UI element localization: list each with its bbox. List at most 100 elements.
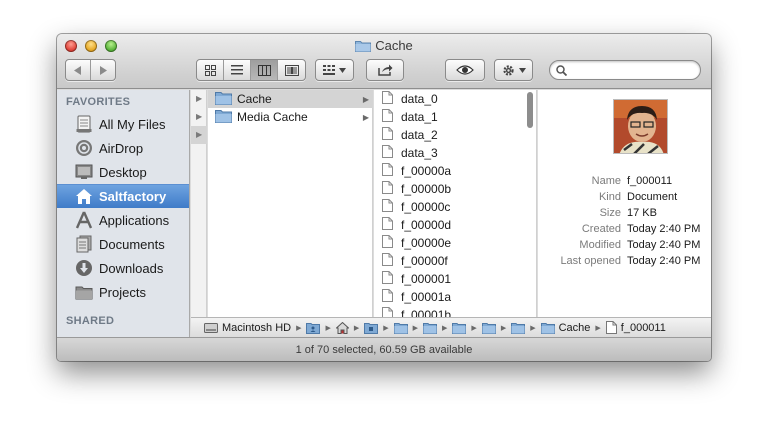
disclosure-arrow-icon: ▶	[196, 112, 203, 121]
file-list-item[interactable]: f_000001	[374, 270, 524, 288]
chevron-right-icon: ▶	[362, 94, 369, 104]
share-icon	[377, 64, 392, 76]
path-separator-icon: ▶	[442, 324, 448, 332]
info-key: Name	[591, 175, 621, 187]
chevron-down-icon	[339, 67, 346, 73]
path-separator-icon: ▶	[383, 324, 389, 332]
sidebar-item-downloads[interactable]: Downloads	[57, 256, 189, 280]
path-item-folder[interactable]	[452, 322, 467, 334]
path-item-root[interactable]: Macintosh HD	[204, 322, 291, 334]
file-list-item[interactable]: data_1	[374, 108, 524, 126]
list-item[interactable]: Media Cache ▶	[208, 108, 373, 126]
sidebar: FAVORITES All My Files AirDrop Desktop S…	[57, 90, 190, 337]
quick-look-button[interactable]	[445, 59, 485, 81]
folder-icon	[540, 322, 555, 334]
sidebar-item-label: Applications	[99, 212, 170, 228]
path-item-label: Cache	[558, 321, 591, 334]
view-mode-control	[196, 59, 306, 81]
sidebar-item-label: Documents	[99, 236, 165, 252]
path-item-folder[interactable]	[481, 322, 496, 334]
back-arrow-icon	[73, 65, 81, 75]
column-cache-files[interactable]: data_0 data_1 data_2 data_3 f_00000a f_00000b…	[374, 90, 537, 317]
search-field[interactable]	[549, 60, 701, 80]
gear-icon	[502, 64, 514, 76]
path-separator-icon: ▶	[412, 324, 419, 332]
info-value: Document	[627, 191, 678, 203]
path-item-folder[interactable]	[423, 322, 438, 334]
file-list-item[interactable]: f_00000e	[374, 234, 524, 252]
path-item-home[interactable]	[335, 321, 349, 334]
sidebar-item-label: Saltfactory	[99, 189, 167, 204]
file-list-item-label: f_00000c	[401, 200, 451, 214]
vertical-scrollbar[interactable]	[527, 92, 533, 128]
file-list-item[interactable]: f_00000c	[374, 198, 524, 216]
file-list-item[interactable]: f_00000b	[374, 180, 524, 198]
applications-icon	[74, 210, 94, 230]
titlebar: Cache	[57, 34, 711, 89]
path-item-library[interactable]	[364, 322, 379, 334]
info-key: Kind	[598, 191, 621, 203]
folder-icon	[74, 282, 94, 302]
sidebar-item-documents[interactable]: Documents	[57, 232, 189, 256]
users-folder-icon	[306, 322, 321, 334]
path-item-folder[interactable]	[511, 322, 526, 334]
eye-icon	[456, 65, 474, 75]
folder-icon	[215, 91, 232, 108]
arrange-button[interactable]	[315, 59, 354, 81]
back-forward-control	[65, 59, 116, 81]
file-list-item[interactable]: data_0	[374, 90, 524, 108]
list-view-icon	[231, 65, 243, 75]
path-separator-icon: ▶	[325, 324, 331, 332]
sidebar-item-desktop[interactable]: Desktop	[57, 160, 189, 184]
share-button[interactable]	[366, 59, 404, 81]
path-separator-icon: ▶	[595, 324, 601, 332]
home-icon	[74, 187, 94, 207]
all-files-icon	[74, 114, 94, 134]
file-list-item-label: f_00000a	[401, 164, 452, 178]
action-button[interactable]	[494, 59, 533, 81]
status-bar: 1 of 70 selected, 60.59 GB available	[57, 337, 711, 361]
path-item-users[interactable]	[306, 322, 321, 334]
path-item-cache[interactable]: Cache	[540, 321, 591, 334]
file-list-item-label: f_00001b	[401, 308, 452, 317]
info-value: Today 2:40 PM	[627, 239, 701, 251]
path-item-folder[interactable]	[393, 322, 408, 334]
file-list-item[interactable]: f_00000d	[374, 216, 524, 234]
path-item-label: f_000011	[620, 321, 666, 334]
file-list-item-label: data_1	[401, 110, 438, 124]
info-value: 17 KB	[627, 207, 657, 219]
document-icon	[382, 253, 393, 269]
home-icon	[335, 321, 349, 334]
file-list-item-label: f_00000b	[401, 182, 452, 196]
search-input[interactable]	[570, 63, 694, 77]
file-list-item[interactable]: f_00001b	[374, 306, 524, 317]
file-list-item[interactable]: data_3	[374, 144, 524, 162]
file-list-item[interactable]: f_00000a	[374, 162, 524, 180]
forward-button[interactable]	[91, 60, 115, 80]
sidebar-item-airdrop[interactable]: AirDrop	[57, 136, 189, 160]
sidebar-item-projects[interactable]: Projects	[57, 280, 189, 304]
file-list-item[interactable]: f_00001a	[374, 288, 524, 306]
document-icon	[382, 199, 393, 215]
folder-icon	[511, 322, 526, 334]
folder-icon	[215, 109, 232, 126]
file-list-item[interactable]: f_00000f	[374, 252, 524, 270]
icon-view-button[interactable]	[197, 60, 224, 80]
file-thumbnail	[613, 99, 668, 154]
list-view-button[interactable]	[224, 60, 251, 80]
coverflow-view-button[interactable]	[278, 60, 305, 80]
sidebar-item-label: AirDrop	[99, 140, 144, 156]
sidebar-item-applications[interactable]: Applications	[57, 208, 189, 232]
sidebar-item-all-my-files[interactable]: All My Files	[57, 112, 189, 136]
back-button[interactable]	[66, 60, 91, 80]
column-parent[interactable]: ▶ ▶ ▶	[191, 90, 207, 337]
path-item-file[interactable]: f_000011	[605, 321, 666, 334]
library-folder-icon	[364, 322, 379, 334]
preview-pane: Name f_000011 Kind Document Size 17 KB C…	[538, 90, 711, 317]
sidebar-item-saltfactory[interactable]: Saltfactory	[57, 184, 189, 208]
column-view-button[interactable]	[251, 60, 278, 80]
list-item[interactable]: Cache ▶	[208, 90, 373, 108]
file-list-item-label: f_00000d	[401, 218, 452, 232]
file-list-item[interactable]: data_2	[374, 126, 524, 144]
info-key: Size	[599, 207, 621, 219]
